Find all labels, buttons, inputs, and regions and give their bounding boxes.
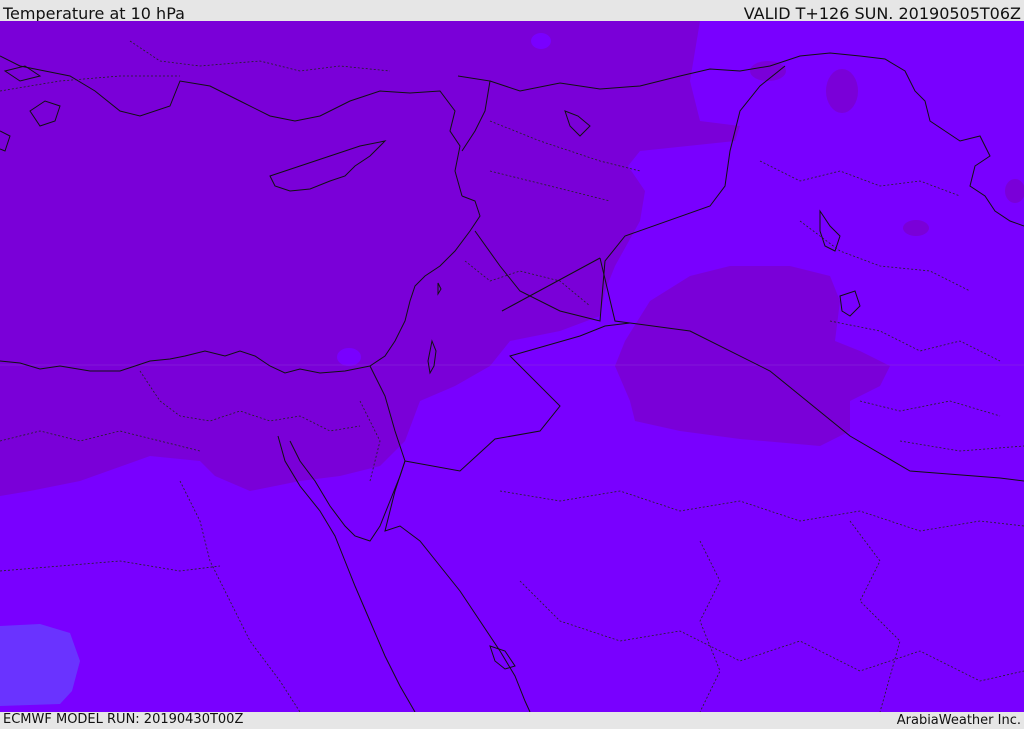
warm-blob-ne-4 (750, 61, 786, 81)
header-bar: Temperature at 10 hPa VALID T+126 SUN. 2… (0, 0, 1024, 23)
cool-island-1 (337, 348, 361, 366)
credit-label: ArabiaWeather Inc. (896, 713, 1021, 728)
cold-patch-sw (0, 624, 80, 706)
warm-blob-ne-2 (903, 220, 929, 236)
model-run-label: ECMWF MODEL RUN: 20190430T00Z (3, 712, 244, 727)
temperature-map[interactable] (0, 21, 1024, 712)
warm-blob-ne (826, 69, 858, 113)
cool-island-2 (531, 33, 551, 49)
footer-bar: ECMWF MODEL RUN: 20190430T00Z ArabiaWeat… (0, 712, 1024, 729)
